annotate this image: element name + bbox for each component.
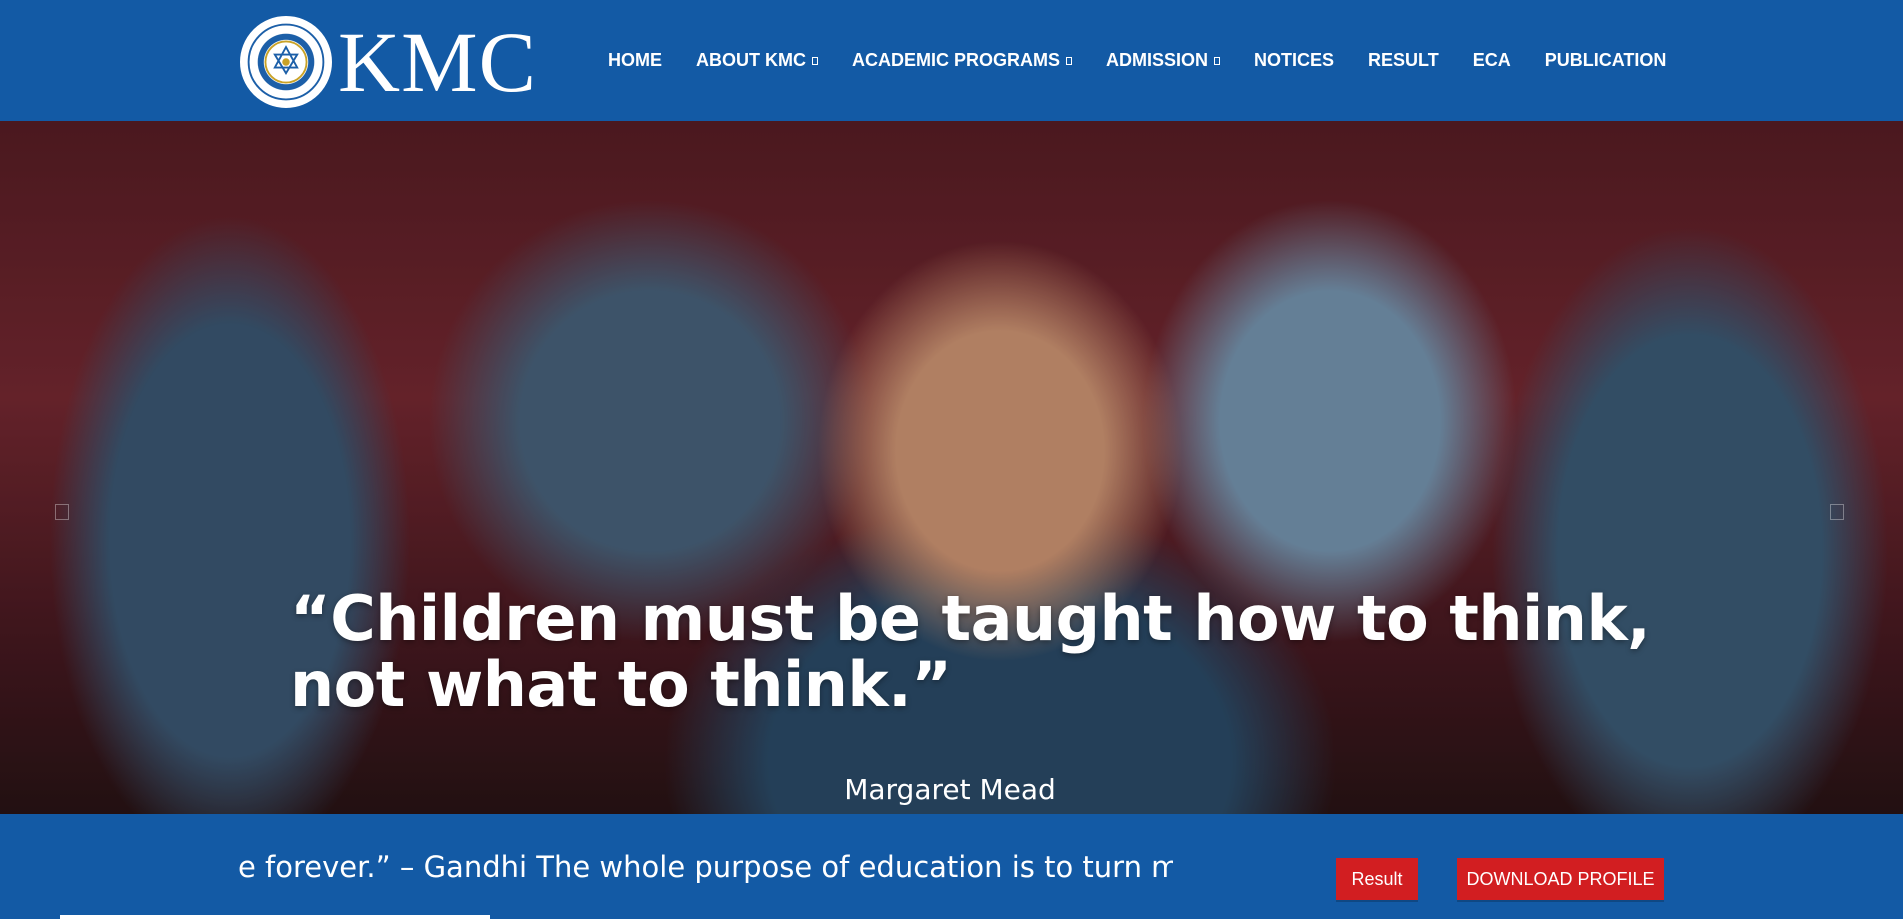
logo-wordmark: KMC <box>338 14 537 110</box>
hero-quote-author: Margaret Mead <box>844 773 1056 806</box>
nav-item-academic-programs[interactable]: ACADEMIC PROGRAMS <box>852 50 1073 71</box>
school-seal-icon <box>240 16 332 108</box>
nav-item-publication[interactable]: PUBLICATION <box>1545 50 1667 71</box>
nav-item-label: NOTICES <box>1254 50 1335 70</box>
nav-item-eca[interactable]: ECA <box>1473 50 1511 71</box>
quote-ticker: e forever.” – Gandhi The whole purpose o… <box>238 850 1173 884</box>
nav-item-label: ACADEMIC PROGRAMS <box>852 50 1061 70</box>
nav-item-label: PUBLICATION <box>1544 50 1667 70</box>
nav-item-admission[interactable]: ADMISSION <box>1106 50 1221 71</box>
result-button[interactable]: Result <box>1336 858 1418 900</box>
nav-item-label: RESULT <box>1368 50 1439 70</box>
nav-item-notices[interactable]: NOTICES <box>1254 50 1334 71</box>
dropdown-caret-icon <box>1066 56 1073 65</box>
nav-item-label: ABOUT KMC <box>696 50 806 70</box>
nav-item-home[interactable]: HOME <box>608 50 662 71</box>
hero-quote-line: “Children must be taught how to think, <box>290 582 1651 655</box>
nav-item-label: ECA <box>1472 50 1511 70</box>
main-nav: HOME ABOUT KMC ACADEMIC PROGRAMS ADMISSI… <box>608 0 1700 121</box>
hero-slider: “Children must be taught how to think, n… <box>0 121 1903 814</box>
slider-next-icon[interactable] <box>1830 504 1844 520</box>
dropdown-caret-icon <box>1214 56 1221 65</box>
slider-prev-icon[interactable] <box>55 504 69 520</box>
hero-quote: “Children must be taught how to think, n… <box>290 586 1690 718</box>
download-profile-button[interactable]: DOWNLOAD PROFILE <box>1457 858 1664 900</box>
nav-item-about-kmc[interactable]: ABOUT KMC <box>696 50 818 71</box>
site-header: KMC HOME ABOUT KMC ACADEMIC PROGRAMS ADM… <box>0 0 1903 121</box>
dropdown-caret-icon <box>812 56 818 65</box>
hero-quote-line: not what to think.” <box>290 648 952 721</box>
nav-item-label: HOME <box>608 50 662 70</box>
slider-progress-bar <box>60 915 490 919</box>
nav-item-label: ADMISSION <box>1106 50 1209 70</box>
logo[interactable]: KMC <box>240 14 537 110</box>
page: KMC HOME ABOUT KMC ACADEMIC PROGRAMS ADM… <box>0 0 1903 919</box>
seal-graphic-icon <box>247 23 325 101</box>
quote-ticker-bar: e forever.” – Gandhi The whole purpose o… <box>0 814 1903 919</box>
nav-item-result[interactable]: RESULT <box>1368 50 1439 71</box>
